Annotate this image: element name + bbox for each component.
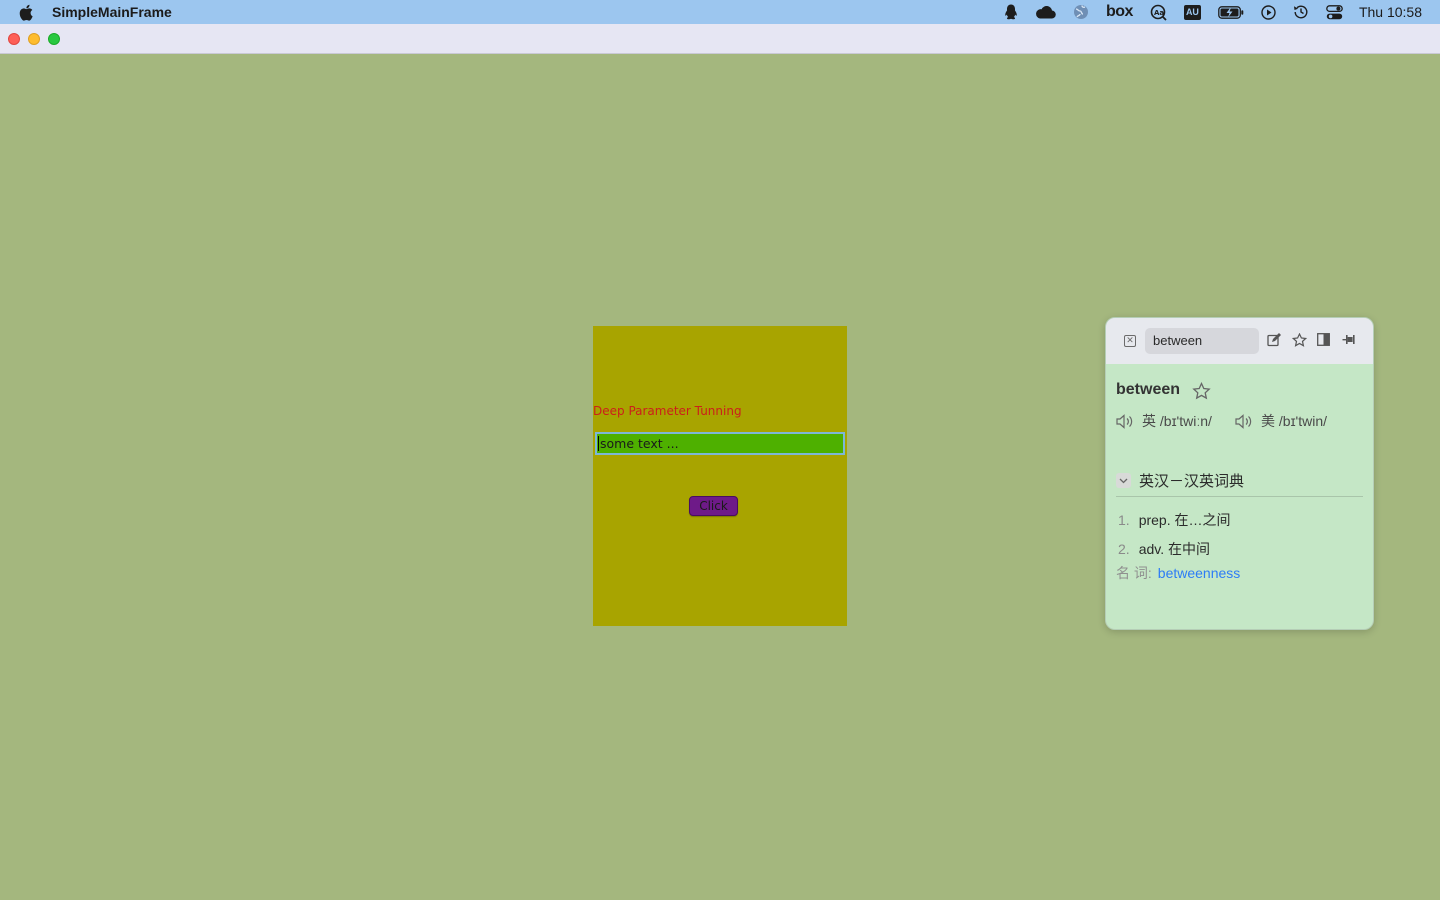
battery-icon[interactable]: [1218, 0, 1244, 24]
au-icon[interactable]: AU: [1183, 0, 1201, 24]
dictionary-toolbar: ✕ between: [1106, 318, 1373, 364]
au-label: AU: [1183, 4, 1201, 20]
dictionary-popup: ✕ between between 英 /bɪ'twiːn/ 美 /bɪ'twi…: [1105, 317, 1374, 630]
definition-text: adv. 在中间: [1138, 541, 1210, 557]
section-divider: [1116, 496, 1363, 497]
window-titlebar[interactable]: [0, 24, 1440, 54]
definition-number: 2.: [1118, 541, 1130, 557]
globe-icon[interactable]: [1073, 0, 1089, 24]
control-center-icon[interactable]: [1326, 0, 1343, 24]
close-window-button[interactable]: [8, 33, 20, 45]
menu-bar: SimpleMainFrame box Aa AU Thu 10:58: [0, 0, 1440, 24]
dictionary-source-label: 英汉－汉英词典: [1139, 473, 1245, 490]
speaker-icon[interactable]: [1116, 413, 1134, 429]
pronunciation-us-region: 美: [1261, 413, 1275, 429]
definition-text: prep. 在…之间: [1138, 512, 1231, 528]
cloud-icon[interactable]: [1035, 0, 1056, 24]
click-button[interactable]: Click: [689, 496, 738, 516]
app-name[interactable]: SimpleMainFrame: [52, 4, 172, 20]
headword: between: [1116, 381, 1181, 398]
sidebar-icon[interactable]: [1317, 333, 1330, 351]
pronunciation-uk[interactable]: 英 /bɪ'twiːn/: [1116, 411, 1212, 431]
derivative-link[interactable]: betweenness: [1158, 565, 1241, 581]
pronunciation-uk-region: 英: [1142, 413, 1156, 429]
box-icon[interactable]: box: [1106, 0, 1133, 24]
menubar-clock[interactable]: Thu 10:58: [1359, 4, 1422, 20]
time-machine-icon[interactable]: [1293, 0, 1309, 24]
apple-icon[interactable]: [0, 0, 52, 24]
qq-penguin-icon[interactable]: [1004, 0, 1018, 24]
minimize-window-button[interactable]: [28, 33, 40, 45]
pronunciation-us-ipa: /bɪ'twin/: [1278, 413, 1328, 429]
play-icon[interactable]: [1261, 0, 1276, 24]
pronunciation-us[interactable]: 美 /bɪ'twin/: [1235, 411, 1327, 431]
add-word-star-icon[interactable]: [1192, 381, 1211, 405]
definition-item: 2. adv. 在中间: [1118, 539, 1210, 559]
chevron-down-icon[interactable]: [1116, 473, 1131, 488]
derivative-label: 名 词:: [1116, 565, 1152, 581]
maximize-window-button[interactable]: [48, 33, 60, 45]
pin-icon[interactable]: [1342, 333, 1356, 351]
main-panel: Deep Parameter Tunning Click: [593, 326, 847, 626]
dictionary-search-input[interactable]: between: [1145, 328, 1259, 354]
derivative-row: 名 词: betweenness: [1116, 563, 1240, 583]
text-caret: [598, 436, 599, 451]
box-label: box: [1105, 3, 1133, 20]
edit-icon[interactable]: [1267, 333, 1281, 352]
dictionary-icon[interactable]: Aa: [1150, 0, 1167, 24]
dictionary-section-header[interactable]: 英汉－汉英词典: [1116, 470, 1244, 491]
pronunciation-uk-ipa: /bɪ'twiːn/: [1159, 413, 1212, 429]
close-icon[interactable]: ✕: [1124, 335, 1136, 347]
panel-title-label: Deep Parameter Tunning: [593, 404, 742, 418]
favorite-star-icon[interactable]: [1291, 332, 1308, 352]
text-input[interactable]: [595, 432, 845, 455]
speaker-icon[interactable]: [1235, 413, 1253, 429]
svg-text:Aa: Aa: [1154, 9, 1164, 17]
definition-item: 1. prep. 在…之间: [1118, 510, 1231, 530]
definition-number: 1.: [1118, 512, 1130, 528]
